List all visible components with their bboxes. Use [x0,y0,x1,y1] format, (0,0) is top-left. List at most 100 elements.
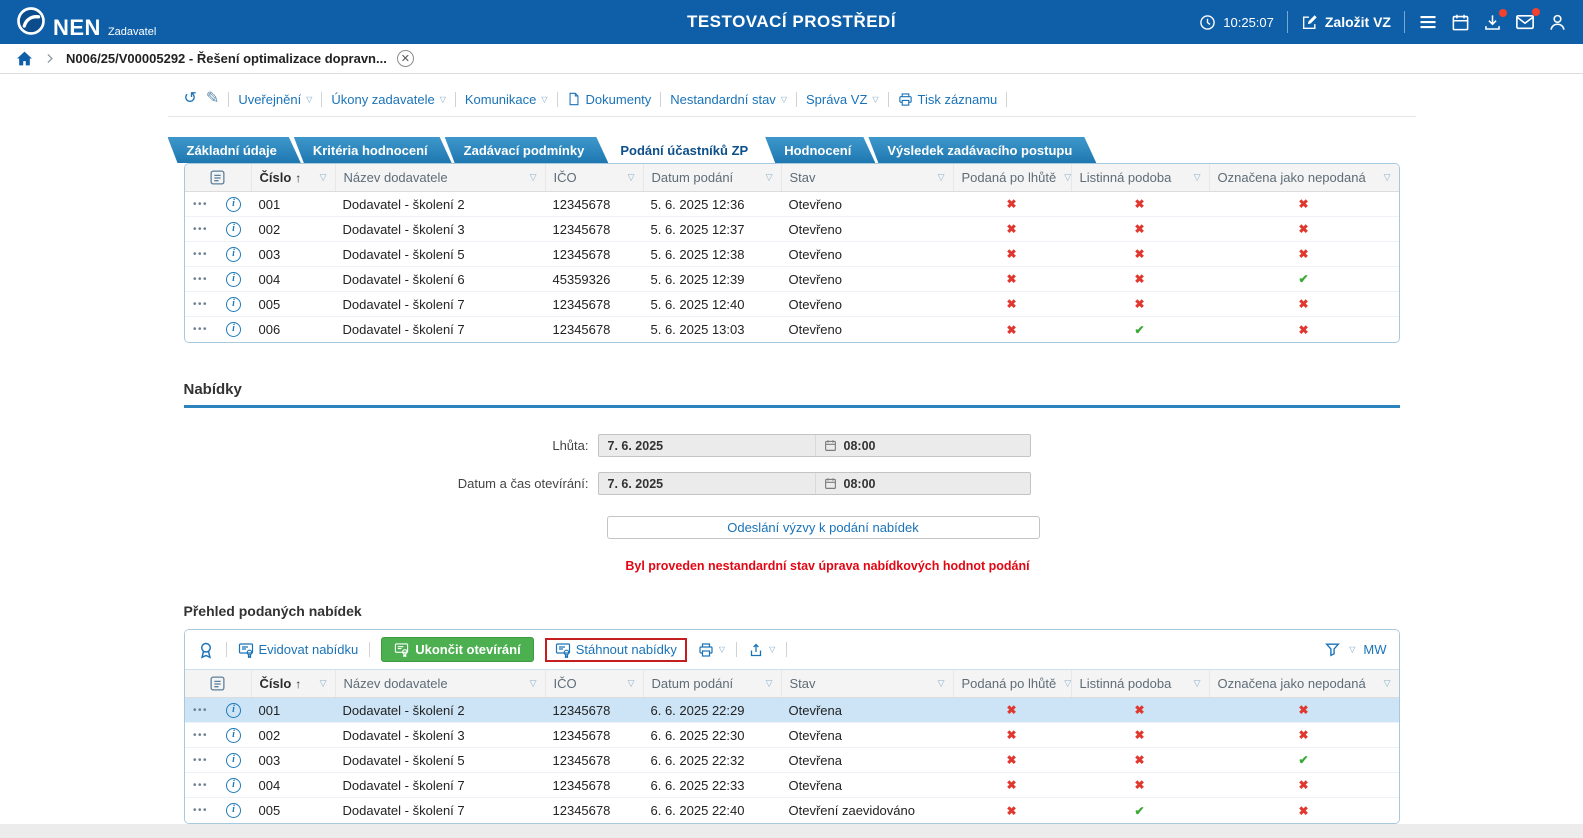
filter-button[interactable] [1324,641,1341,658]
filter-icon[interactable]: ▽ [1194,172,1201,183]
edit-record-button[interactable]: ✎ [206,91,219,107]
table-row[interactable]: ••• i 001 Dodavatel - školení 2 12345678… [185,192,1399,217]
info-icon[interactable]: i [226,197,241,212]
column-header[interactable]: Označena jako nepodaná ▽ [1209,164,1399,191]
row-menu-button[interactable]: ••• [185,805,217,816]
column-header[interactable]: Číslo ↑ ▽ [251,164,335,191]
filter-icon[interactable]: ▽ [320,678,327,689]
tab[interactable]: Zadávací podmínky [445,137,609,163]
mw-label[interactable]: MW [1363,642,1386,657]
column-header[interactable]: Název dodavatele ▽ [335,670,545,697]
filter-icon[interactable]: ▽ [1384,172,1391,183]
row-menu-button[interactable]: ••• [185,199,217,210]
filter-icon[interactable]: ▽ [628,678,635,689]
tab[interactable]: Výsledek zadávacího postupu [868,137,1096,163]
table-row[interactable]: ••• i 004 Dodavatel - školení 6 45359326… [185,267,1399,292]
filter-icon[interactable]: ▽ [320,172,327,183]
table-row[interactable]: ••• i 002 Dodavatel - školení 3 12345678… [185,217,1399,242]
toolbar-item-komunikace[interactable]: Komunikace▽ [465,92,548,107]
table-row[interactable]: ••• i 006 Dodavatel - školení 7 12345678… [185,317,1399,342]
filter-icon[interactable]: ▽ [766,678,773,689]
filter-icon[interactable]: ▽ [628,172,635,183]
breadcrumb-close-button[interactable]: ✕ [397,50,414,67]
info-icon[interactable]: i [226,778,241,793]
column-header[interactable]: Stav ▽ [781,164,953,191]
column-header[interactable]: Datum podání ▽ [643,164,781,191]
table-row[interactable]: ••• i 003 Dodavatel - školení 5 12345678… [185,242,1399,267]
menu-button[interactable] [1418,12,1438,32]
column-header[interactable]: IČO ▽ [545,164,643,191]
row-menu-button[interactable]: ••• [185,299,217,310]
column-header[interactable]: IČO ▽ [545,670,643,697]
column-header[interactable]: Označena jako nepodaná ▽ [1209,670,1399,697]
info-icon[interactable]: i [226,247,241,262]
info-icon[interactable]: i [226,297,241,312]
row-menu-button[interactable]: ••• [185,705,217,716]
deadline-date-value[interactable]: 7. 6. 2025 [599,439,815,453]
table-row[interactable]: ••• i 001 Dodavatel - školení 2 12345678… [185,698,1399,723]
award-button[interactable] [197,641,215,659]
chevron-down-icon[interactable]: ▽ [1349,645,1355,654]
deadline-field[interactable]: 7. 6. 2025 08:00 [598,434,1031,457]
send-request-button[interactable]: Odeslání výzvy k podání nabídek [607,516,1040,539]
create-vz-button[interactable]: Založit VZ [1301,14,1391,31]
column-header[interactable]: Číslo ↑ ▽ [251,670,335,697]
export-button[interactable]: ▽ [748,642,775,658]
toolbar-item-tisk-zaznamu[interactable]: Tisk záznamu [898,92,998,107]
toolbar-item-uverejneni[interactable]: Uveřejnění▽ [238,92,312,107]
info-icon[interactable]: i [226,803,241,818]
filter-icon[interactable]: ▽ [1384,678,1391,689]
table-row[interactable]: ••• i 005 Dodavatel - školení 7 12345678… [185,798,1399,823]
filter-icon[interactable]: ▽ [938,678,945,689]
stahnout-nabidky-button[interactable]: Stáhnout nabídky [555,642,677,658]
breadcrumb-item[interactable]: N006/25/V00005292 - Řešení optimalizace … [66,51,387,66]
opening-time-field[interactable]: 08:00 [815,473,1030,494]
column-header[interactable]: Listinná podoba ▽ [1071,164,1209,191]
toolbar-item-sprava-vz[interactable]: Správa VZ▽ [806,92,879,107]
column-settings-button[interactable] [185,164,251,191]
column-header[interactable]: Listinná podoba ▽ [1071,670,1209,697]
opening-date-value[interactable]: 7. 6. 2025 [599,477,815,491]
tab[interactable]: Podání účastníků ZP [601,137,772,163]
deadline-time-field[interactable]: 08:00 [815,435,1030,456]
history-button[interactable]: ↺ [184,91,197,107]
info-icon[interactable]: i [226,272,241,287]
profile-button[interactable] [1548,13,1567,32]
filter-icon[interactable]: ▽ [938,172,945,183]
toolbar-item-ukony-zadavatele[interactable]: Úkony zadavatele▽ [331,92,446,107]
row-menu-button[interactable]: ••• [185,274,217,285]
row-menu-button[interactable]: ••• [185,730,217,741]
home-button[interactable] [16,50,33,67]
column-header[interactable]: Podaná po lhůtě ▽ [953,164,1071,191]
row-menu-button[interactable]: ••• [185,780,217,791]
toolbar-item-nestandardni-stav[interactable]: Nestandardní stav▽ [670,92,787,107]
row-menu-button[interactable]: ••• [185,755,217,766]
info-icon[interactable]: i [226,222,241,237]
filter-icon[interactable]: ▽ [530,172,537,183]
evidovat-nabidku-button[interactable]: Evidovat nabídku [238,642,359,658]
column-header[interactable]: Podaná po lhůtě ▽ [953,670,1071,697]
column-header[interactable]: Název dodavatele ▽ [335,164,545,191]
info-icon[interactable]: i [226,322,241,337]
table-row[interactable]: ••• i 002 Dodavatel - školení 3 12345678… [185,723,1399,748]
table-row[interactable]: ••• i 004 Dodavatel - školení 7 12345678… [185,773,1399,798]
info-icon[interactable]: i [226,728,241,743]
table-row[interactable]: ••• i 005 Dodavatel - školení 7 12345678… [185,292,1399,317]
tab[interactable]: Základní údaje [168,137,301,163]
info-icon[interactable]: i [226,703,241,718]
filter-icon[interactable]: ▽ [1194,678,1201,689]
calendar-button[interactable] [1451,13,1470,32]
table-row[interactable]: ••• i 003 Dodavatel - školení 5 12345678… [185,748,1399,773]
messages-button[interactable] [1515,12,1535,32]
toolbar-item-dokumenty[interactable]: Dokumenty [567,92,652,107]
brand[interactable]: NEN Zadavatel [16,6,156,39]
opening-field[interactable]: 7. 6. 2025 08:00 [598,472,1031,495]
filter-icon[interactable]: ▽ [530,678,537,689]
ukoncit-otevirani-button[interactable]: Ukončit otevírání [381,637,533,662]
row-menu-button[interactable]: ••• [185,249,217,260]
print-button[interactable]: ▽ [698,642,725,658]
row-menu-button[interactable]: ••• [185,224,217,235]
column-header[interactable]: Datum podání ▽ [643,670,781,697]
row-menu-button[interactable]: ••• [185,324,217,335]
column-settings-button[interactable] [185,670,251,697]
